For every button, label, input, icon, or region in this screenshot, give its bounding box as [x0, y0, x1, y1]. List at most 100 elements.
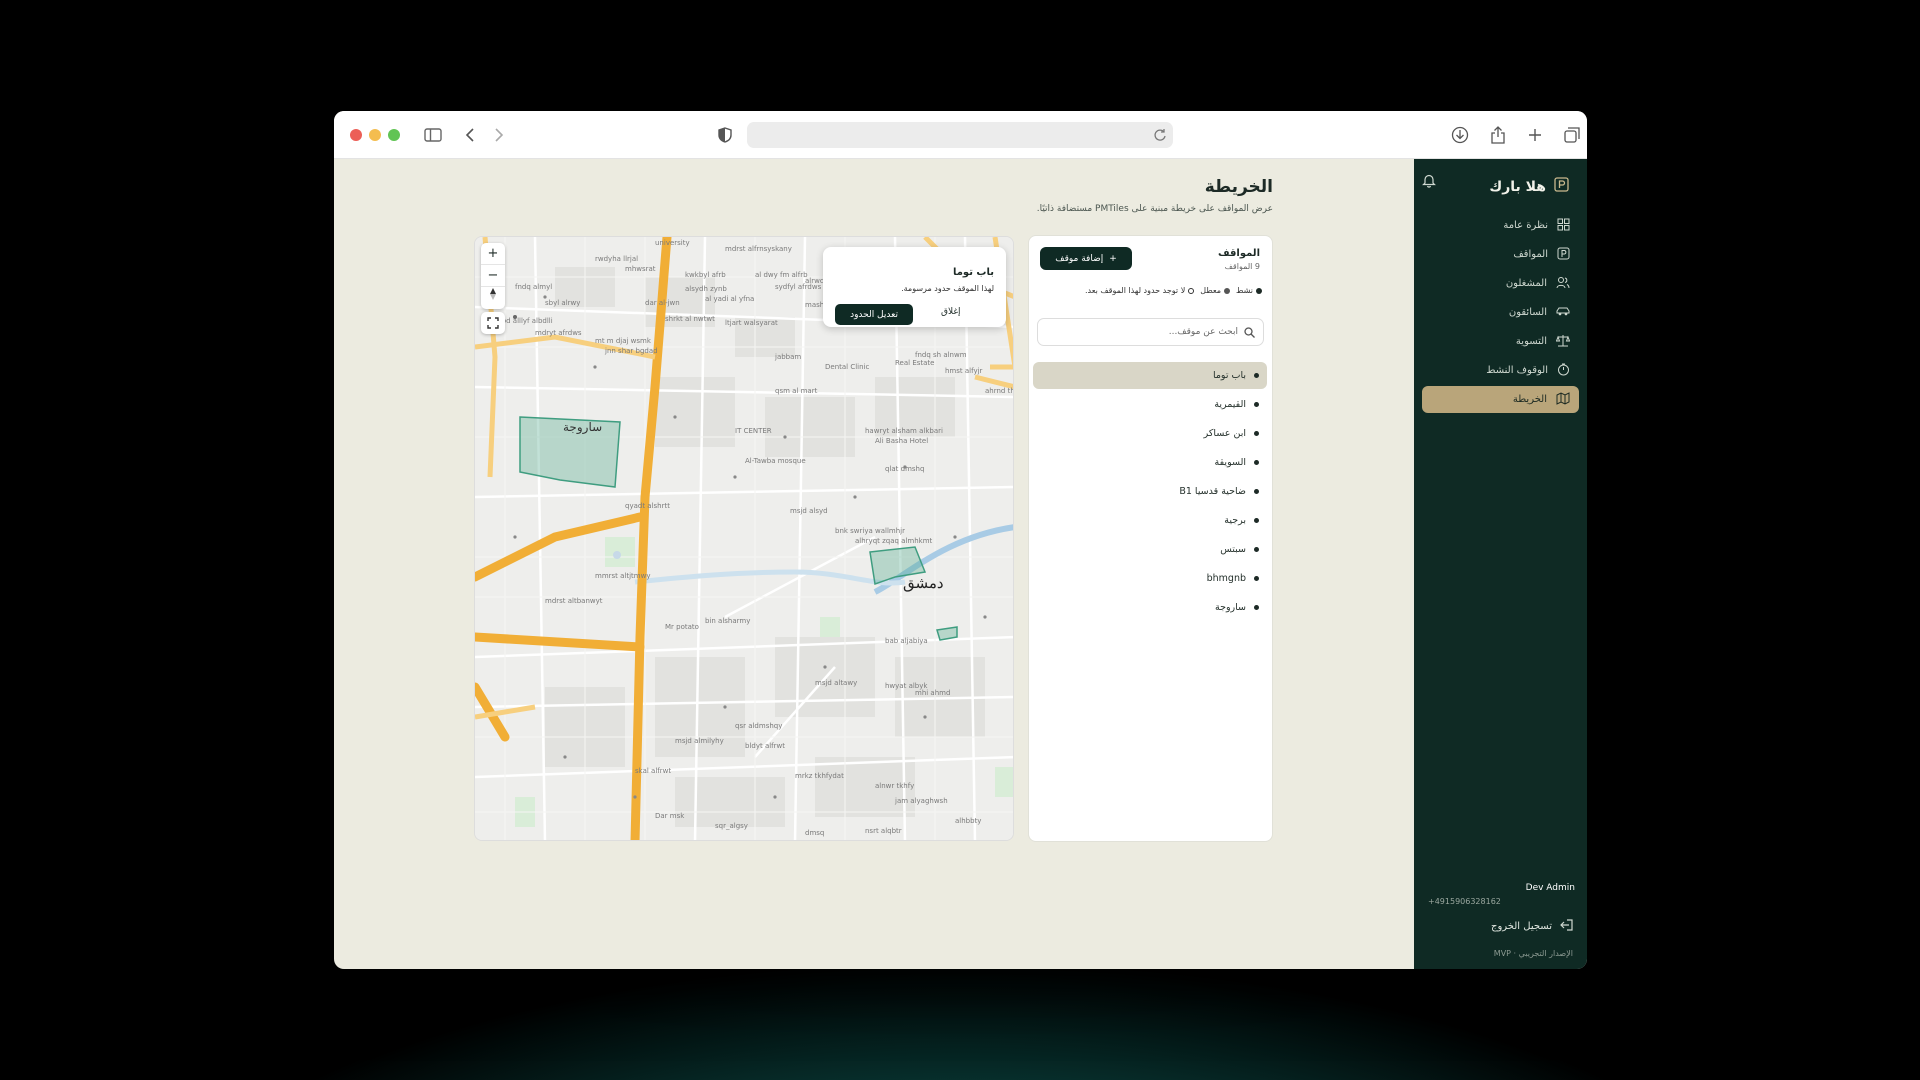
maximize-window-button[interactable] — [388, 129, 400, 141]
edit-bounds-button[interactable]: تعديل الحدود — [835, 304, 913, 325]
sidebar-item-label: الخريطة — [1512, 394, 1547, 405]
map-place-label: hawryt alsham alkbari — [865, 427, 943, 435]
map-place-label: nsrt alqbtr — [865, 827, 902, 835]
status-dot-icon — [1254, 402, 1259, 407]
map-place-label: al yadi al yfna — [705, 295, 755, 303]
no-bounds-dot-icon — [1188, 287, 1195, 294]
compass-button[interactable] — [481, 287, 505, 309]
map-place-label: university — [655, 239, 690, 247]
new-tab-icon[interactable] — [1523, 123, 1547, 147]
sidebar-item-active-parking[interactable]: الوقوف النشط — [1422, 357, 1579, 384]
add-parking-button[interactable]: + إضافة موقف — [1040, 247, 1132, 270]
map-place-label: qlat dmshq — [885, 465, 925, 473]
status-dot-icon — [1254, 373, 1259, 378]
downloads-icon[interactable] — [1448, 123, 1472, 147]
list-item[interactable]: ضاحية قدسيا B1 — [1033, 478, 1267, 505]
map-place-label: sydfyl afrdws — [775, 283, 822, 291]
address-bar[interactable] — [747, 122, 1173, 148]
share-icon[interactable] — [1486, 123, 1510, 147]
map-place-label: jnn shar bgdad — [605, 347, 658, 355]
map-place-label: bnk swriya wallmhjr — [835, 527, 905, 535]
parking-search-input[interactable]: ابحث عن موقف... — [1037, 318, 1264, 346]
brand: هلا بارك — [1489, 177, 1569, 196]
popup-close-button[interactable]: إغلاق — [941, 307, 961, 317]
active-dot-icon — [1256, 287, 1262, 294]
list-item[interactable]: باب توما — [1033, 362, 1267, 389]
map-tiles[interactable] — [475, 237, 1014, 841]
list-item[interactable]: سبتس — [1033, 536, 1267, 563]
map-place-label: al dwy fm alfrb — [755, 271, 808, 279]
parking-logo-icon — [1554, 177, 1569, 196]
sidebar-item-operators[interactable]: المشغلون — [1422, 270, 1579, 297]
list-item[interactable]: برجية — [1033, 507, 1267, 534]
tabs-overview-icon[interactable] — [1560, 123, 1584, 147]
parking-panel: المواقف 9 المواقف + إضافة موقف نشط معطل … — [1028, 235, 1273, 842]
map-place-label: qsm al mart — [775, 387, 818, 395]
fullscreen-button[interactable] — [481, 312, 505, 334]
logout-button[interactable]: تسجيل الخروج — [1491, 919, 1573, 934]
fullscreen-icon — [487, 317, 499, 329]
scale-icon — [1555, 334, 1571, 350]
status-legend: نشط معطل لا توجد حدود لهذا الموقف بعد. — [1085, 286, 1262, 295]
search-icon — [1244, 326, 1255, 338]
privacy-shield-icon[interactable] — [713, 123, 737, 147]
sidebar: هلا بارك نظرة عامة المواقف المشغلون السا… — [1414, 159, 1587, 969]
map-view[interactable]: university mdrst alfrnsyskany rwdyha llrja… — [474, 236, 1014, 841]
district-label: ساروجة — [563, 420, 603, 434]
legend-active: نشط — [1236, 286, 1262, 295]
map-place-label: shrkt al nwtwt — [665, 315, 715, 323]
map-place-label: mdryt afrdws — [535, 329, 582, 337]
sidebar-item-drivers[interactable]: السائقون — [1422, 299, 1579, 326]
panel-count: 9 المواقف — [1224, 262, 1260, 271]
list-item[interactable]: ابن عساكر — [1033, 420, 1267, 447]
map-place-label: mrkz tkhfydat — [795, 772, 844, 780]
map-place-label: msjd altawy — [815, 679, 858, 687]
sidebar-item-overview[interactable]: نظرة عامة — [1422, 212, 1579, 239]
map-place-label: IT CENTER — [735, 427, 772, 435]
grid-icon — [1557, 218, 1570, 234]
reload-icon[interactable] — [1153, 127, 1167, 146]
map-place-label: jabbam — [775, 353, 802, 361]
map-place-label: ltjart walsyarat — [725, 319, 778, 327]
parking-popup: باب توما لهذا الموقف حدود مرسومة. تعديل … — [823, 247, 1006, 327]
map-place-label: sqr_algsy — [715, 822, 748, 830]
forward-icon[interactable] — [487, 123, 511, 147]
sidebar-item-label: الوقوف النشط — [1486, 365, 1548, 376]
map-place-label: msjd almilyhy — [675, 737, 724, 745]
browser-window: الخريطة عرض المواقف على خريطة مبنية على … — [334, 111, 1587, 969]
map-place-label: alhryqt zqaq almhkmt — [855, 537, 933, 545]
back-icon[interactable] — [458, 123, 482, 147]
status-dot-icon — [1254, 605, 1259, 610]
map-place-label: mmrst altjtmwy — [595, 572, 651, 580]
map-place-label: kwkbyl afrb — [685, 271, 726, 279]
minimize-window-button[interactable] — [369, 129, 381, 141]
map-place-label: jam alyaghwsh — [895, 797, 948, 805]
map-place-label: mt m djaj wsmk — [595, 337, 651, 345]
map-place-label: qyadt alshrtt — [625, 502, 670, 510]
status-dot-icon — [1254, 431, 1259, 436]
zoom-out-button[interactable]: − — [481, 265, 505, 287]
sidebar-item-label: التسوية — [1515, 336, 1547, 347]
parking-icon — [1557, 247, 1570, 263]
list-item[interactable]: القيمرية — [1033, 391, 1267, 418]
notifications-bell-icon[interactable] — [1422, 173, 1436, 192]
list-item[interactable]: السويقة — [1033, 449, 1267, 476]
sidebar-item-map[interactable]: الخريطة — [1422, 386, 1579, 413]
zoom-in-button[interactable]: + — [481, 243, 505, 265]
popup-description: لهذا الموقف حدود مرسومة. — [901, 284, 994, 293]
map-place-label: fndq almyl — [515, 283, 553, 291]
app-name: هلا بارك — [1489, 178, 1546, 195]
sidebar-toggle-icon[interactable] — [421, 123, 445, 147]
list-item[interactable]: bhmgnb — [1033, 565, 1267, 592]
sidebar-item-settlement[interactable]: التسوية — [1422, 328, 1579, 355]
city-label: دمشق — [903, 574, 944, 592]
map-place-label: fndq sh alnwm — [915, 351, 967, 359]
user-name: Dev Admin — [1525, 883, 1575, 893]
list-item[interactable]: ساروجة — [1033, 594, 1267, 621]
sidebar-item-parkings[interactable]: المواقف — [1422, 241, 1579, 268]
map-place-label: Real Estate — [895, 359, 935, 367]
map-place-label: hmst alfyjr — [945, 367, 983, 375]
map-place-label: mdrst alfrnsyskany — [725, 245, 792, 253]
main-content: الخريطة عرض المواقف على خريطة مبنية على … — [334, 159, 1414, 969]
close-window-button[interactable] — [350, 129, 362, 141]
